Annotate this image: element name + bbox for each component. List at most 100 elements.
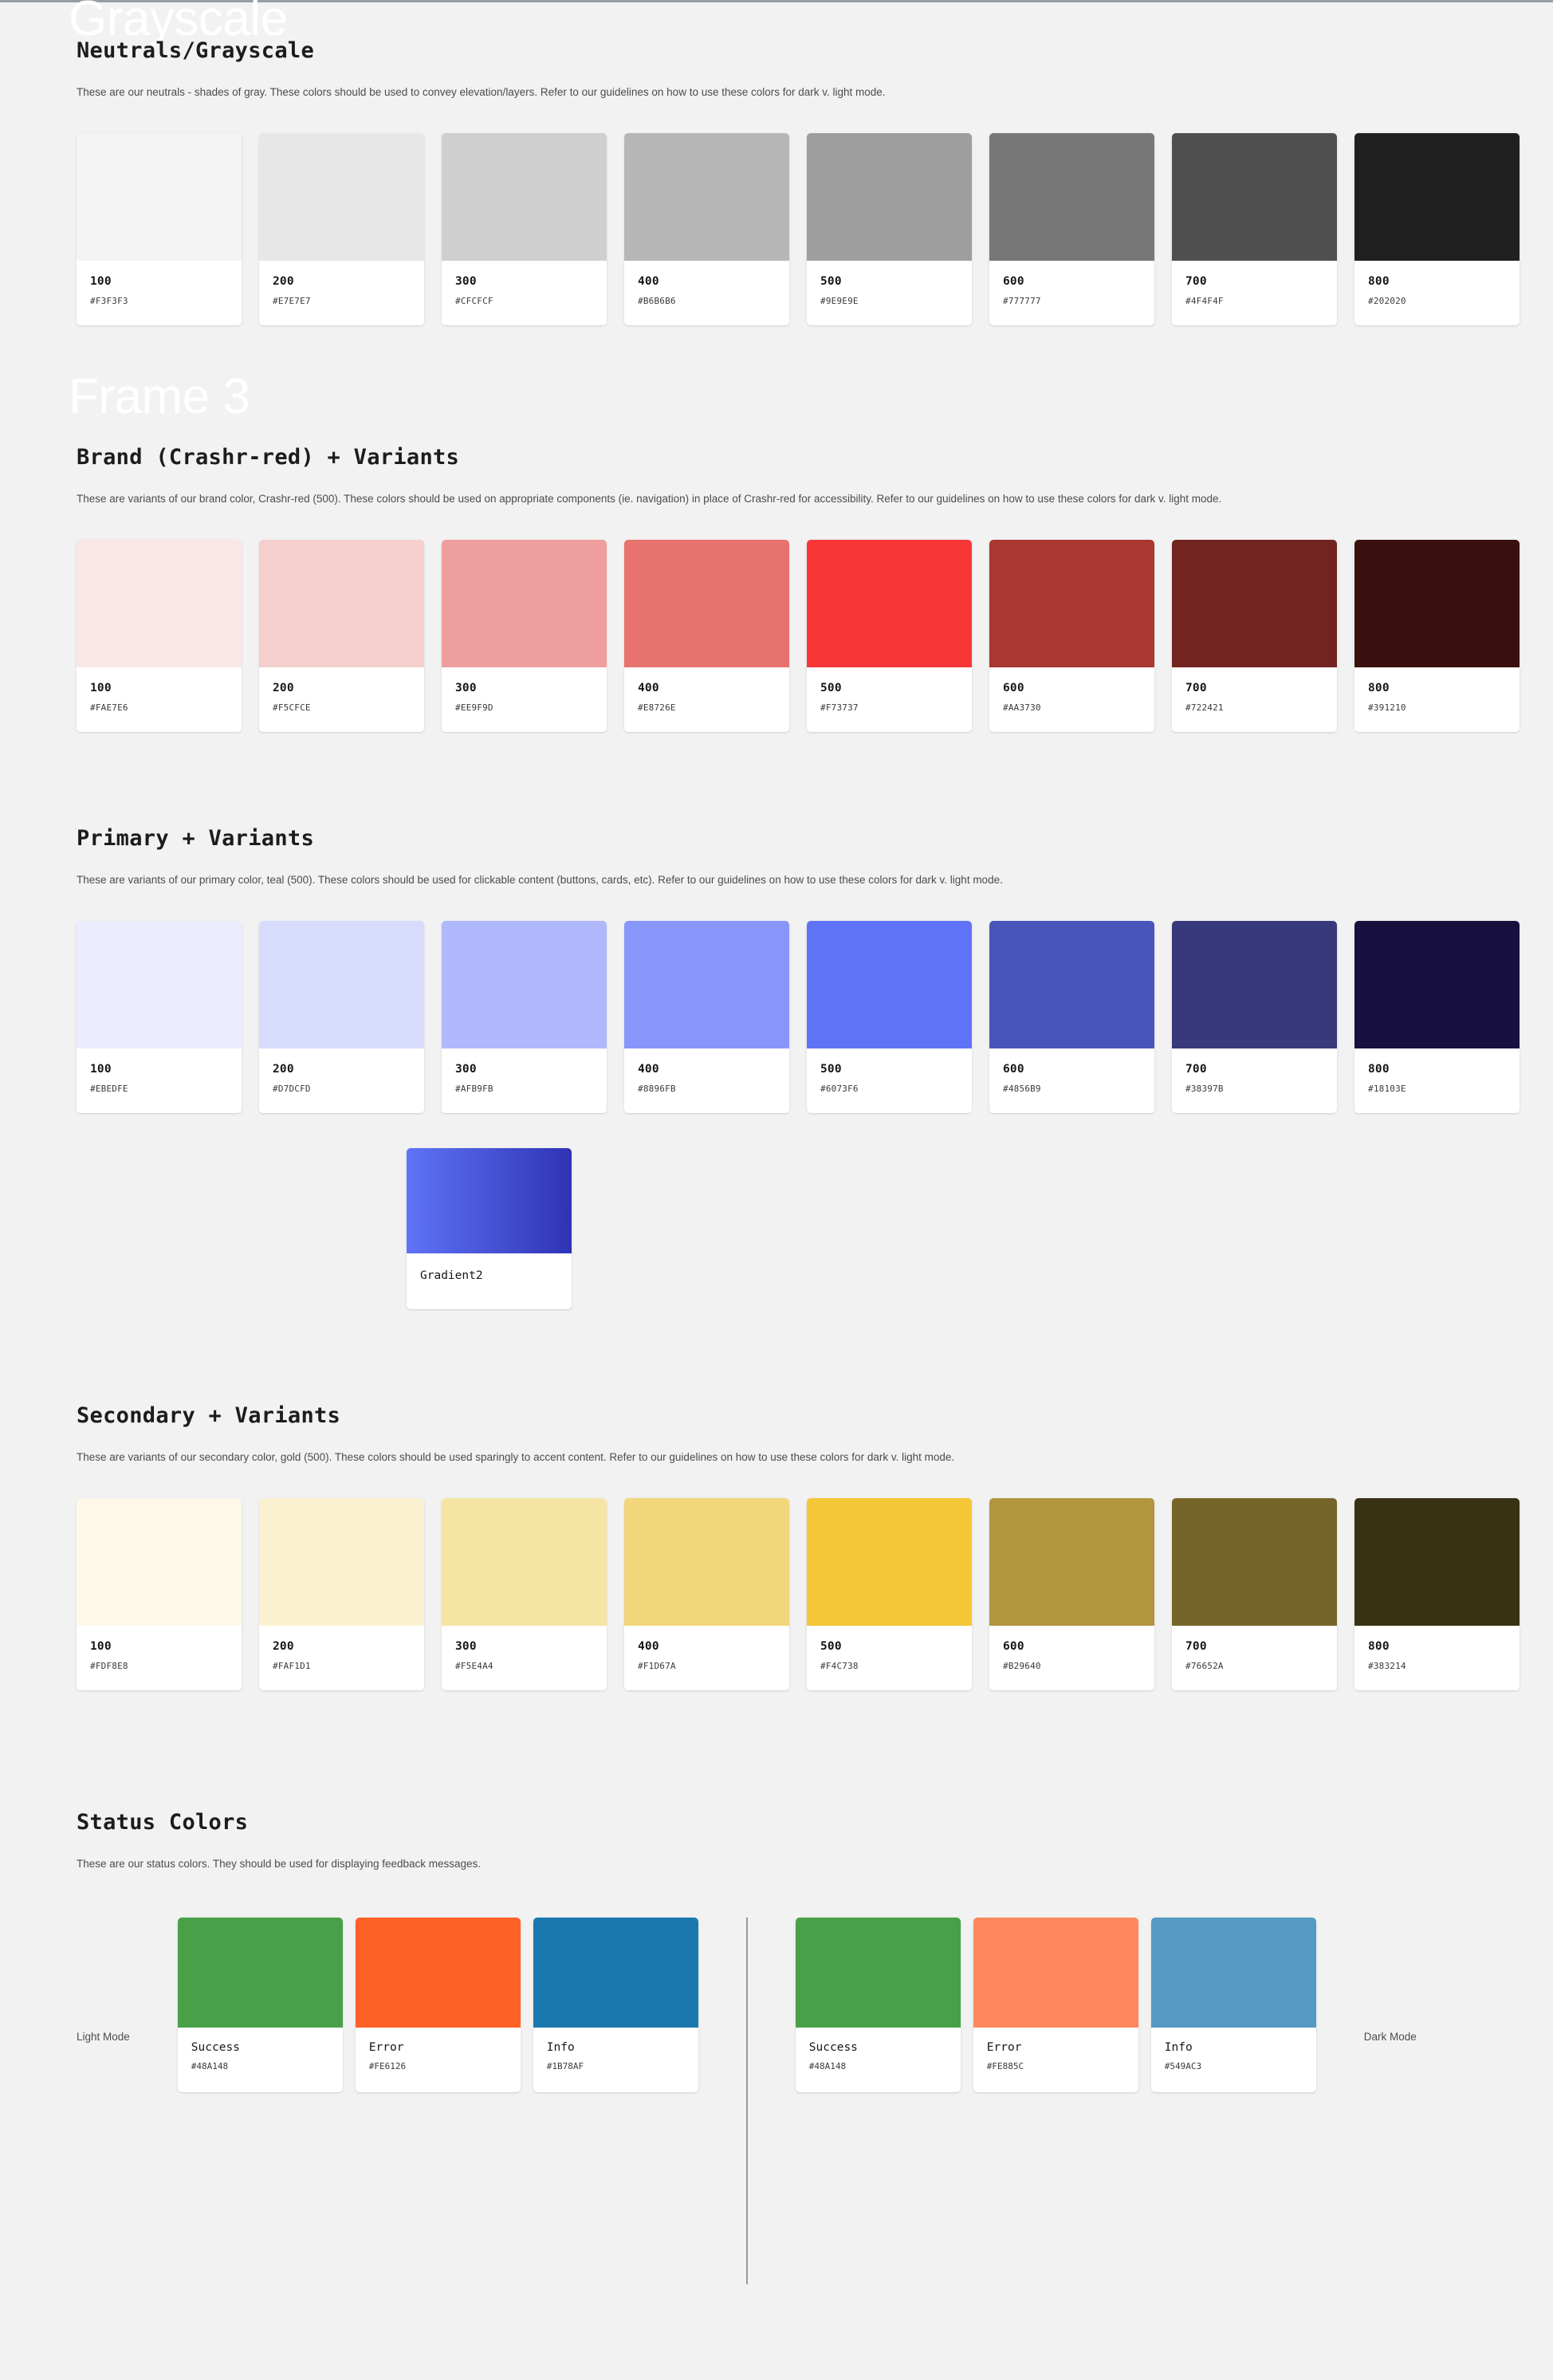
swatch-color-chip: [442, 920, 607, 1048]
swatch-hex: #4F4F4F: [1185, 295, 1224, 306]
swatch-primary-800[interactable]: 800 #18103E: [1354, 920, 1520, 1113]
swatch-meta: 600 #4856B9: [989, 1048, 1154, 1113]
swatch-brand-700[interactable]: 700 #722421: [1172, 539, 1337, 732]
swatch-meta: 400 #E8726E: [624, 667, 789, 732]
swatch-name: 600: [1003, 1639, 1024, 1653]
swatch-primary-200[interactable]: 200 #D7DCFD: [259, 920, 424, 1113]
swatch-primary-100[interactable]: 100 #EBEDFE: [77, 920, 242, 1113]
swatch-color-chip: [259, 132, 424, 261]
swatch-neutrals-200[interactable]: 200 #E7E7E7: [259, 132, 424, 325]
status-card-dark-info[interactable]: Info #549AC3: [1150, 1917, 1316, 2092]
swatch-meta: 500 #F73737: [807, 667, 972, 732]
swatch-neutrals-600[interactable]: 600 #777777: [989, 132, 1154, 325]
light-mode-label: Light Mode: [77, 2030, 130, 2043]
gradient-row: Gradient2: [77, 1147, 1476, 1309]
swatch-hex: #F1D67A: [638, 1660, 676, 1671]
swatch-primary-600[interactable]: 600 #4856B9: [989, 920, 1154, 1113]
swatch-hex: #202020: [1368, 295, 1406, 306]
status-hex: #48A148: [808, 2060, 847, 2071]
swatch-meta: 700 #4F4F4F: [1172, 260, 1337, 325]
swatch-neutrals-100[interactable]: 100 #F3F3F3: [77, 132, 242, 325]
swatch-meta: 400 #8896FB: [624, 1048, 789, 1113]
swatch-color-chip: [807, 920, 972, 1048]
swatch-neutrals-700[interactable]: 700 #4F4F4F: [1172, 132, 1337, 325]
status-card-dark-error[interactable]: Error #FE885C: [973, 1917, 1138, 2092]
swatch-color-chip: [259, 1497, 424, 1626]
swatch-color-chip: [77, 920, 242, 1048]
swatch-meta: 800 #391210: [1354, 667, 1520, 732]
swatch-primary-500[interactable]: 500 #6073F6: [807, 920, 972, 1113]
swatch-color-chip: [989, 539, 1154, 667]
swatch-secondary-400[interactable]: 400 #F1D67A: [624, 1497, 789, 1690]
swatch-meta: 800 #383214: [1354, 1625, 1520, 1690]
swatch-name: 300: [455, 1639, 477, 1653]
swatch-name: 500: [820, 274, 842, 288]
swatch-brand-600[interactable]: 600 #AA3730: [989, 539, 1154, 732]
swatch-meta: 500 #9E9E9E: [807, 260, 972, 325]
swatch-hex: #391210: [1368, 702, 1406, 713]
swatch-secondary-300[interactable]: 300 #F5E4A4: [442, 1497, 607, 1690]
swatch-hex: #76652A: [1185, 1660, 1224, 1671]
swatch-color-chip: [989, 920, 1154, 1048]
section-description-secondary: These are variants of our secondary colo…: [77, 1450, 955, 1463]
swatch-meta: 400 #B6B6B6: [624, 260, 789, 325]
dark-mode-label: Dark Mode: [1363, 2030, 1417, 2043]
status-mode-divider: [745, 1917, 748, 2284]
swatch-color-chip: [442, 132, 607, 261]
swatch-row-brand: 100 #FAE7E6 200 #F5CFCE 300 #EE9F9D 400 #E8726E…: [77, 539, 1520, 732]
swatch-secondary-800[interactable]: 800 #383214: [1354, 1497, 1520, 1690]
swatch-neutrals-400[interactable]: 400 #B6B6B6: [624, 132, 789, 325]
gradient-card[interactable]: Gradient2: [407, 1147, 572, 1309]
swatch-meta: 700 #76652A: [1172, 1625, 1337, 1690]
status-color-chip: [533, 1917, 698, 2028]
swatch-hex: #383214: [1368, 1660, 1406, 1671]
swatch-secondary-100[interactable]: 100 #FDF8E8: [77, 1497, 242, 1690]
swatch-brand-400[interactable]: 400 #E8726E: [624, 539, 789, 732]
swatch-neutrals-800[interactable]: 800 #202020: [1354, 132, 1520, 325]
swatch-name: 700: [1185, 1639, 1207, 1653]
status-card-light-success[interactable]: Success #48A148: [177, 1917, 343, 2092]
swatch-name: 200: [273, 1639, 294, 1653]
swatch-brand-800[interactable]: 800 #391210: [1354, 539, 1520, 732]
status-card-light-info[interactable]: Info #1B78AF: [533, 1917, 698, 2092]
swatch-name: 400: [638, 1062, 659, 1076]
swatch-meta: 300 #AFB9FB: [442, 1048, 607, 1113]
swatch-primary-400[interactable]: 400 #8896FB: [624, 920, 789, 1113]
swatch-name: 800: [1368, 681, 1390, 694]
status-meta: Success #48A148: [796, 2028, 961, 2092]
swatch-name: 600: [1003, 1062, 1024, 1076]
status-card-dark-success[interactable]: Success #48A148: [795, 1917, 961, 2092]
swatch-secondary-600[interactable]: 600 #B29640: [989, 1497, 1154, 1690]
swatch-meta: 400 #F1D67A: [624, 1625, 789, 1690]
swatch-primary-300[interactable]: 300 #AFB9FB: [442, 920, 607, 1113]
section-heading-neutrals: Neutrals/Grayscale: [77, 38, 314, 63]
section-secondary: Secondary + Variants These are variants …: [0, 1403, 1553, 1690]
swatch-brand-300[interactable]: 300 #EE9F9D: [442, 539, 607, 732]
status-meta: Success #48A148: [178, 2028, 343, 2092]
swatch-name: 100: [90, 1639, 112, 1653]
swatch-meta: 200 #E7E7E7: [259, 260, 424, 325]
swatch-secondary-200[interactable]: 200 #FAF1D1: [259, 1497, 424, 1690]
swatch-meta: 500 #6073F6: [807, 1048, 972, 1113]
swatch-neutrals-300[interactable]: 300 #CFCFCF: [442, 132, 607, 325]
swatch-meta: 200 #F5CFCE: [259, 667, 424, 732]
swatch-secondary-700[interactable]: 700 #76652A: [1172, 1497, 1337, 1690]
section-heading-brand: Brand (Crashr-red) + Variants: [77, 444, 460, 470]
swatch-secondary-500[interactable]: 500 #F4C738: [807, 1497, 972, 1690]
gradient-label: Gradient2: [420, 1269, 483, 1282]
swatch-color-chip: [1172, 132, 1337, 261]
swatch-neutrals-500[interactable]: 500 #9E9E9E: [807, 132, 972, 325]
swatch-hex: #E8726E: [638, 702, 676, 713]
swatch-meta: 800 #202020: [1354, 260, 1520, 325]
swatch-name: 100: [90, 1062, 112, 1076]
status-area: Light Mode Success #48A148 Error #FE6126 Inf…: [77, 1917, 1476, 2284]
swatch-meta: 100 #F3F3F3: [77, 260, 242, 325]
section-heading-primary: Primary + Variants: [77, 825, 314, 851]
swatch-brand-500[interactable]: 500 #F73737: [807, 539, 972, 732]
swatch-name: 400: [638, 274, 659, 288]
swatch-brand-100[interactable]: 100 #FAE7E6: [77, 539, 242, 732]
swatch-brand-200[interactable]: 200 #F5CFCE: [259, 539, 424, 732]
swatch-color-chip: [624, 1497, 789, 1626]
status-card-light-error[interactable]: Error #FE6126: [355, 1917, 521, 2092]
swatch-primary-700[interactable]: 700 #38397B: [1172, 920, 1337, 1113]
